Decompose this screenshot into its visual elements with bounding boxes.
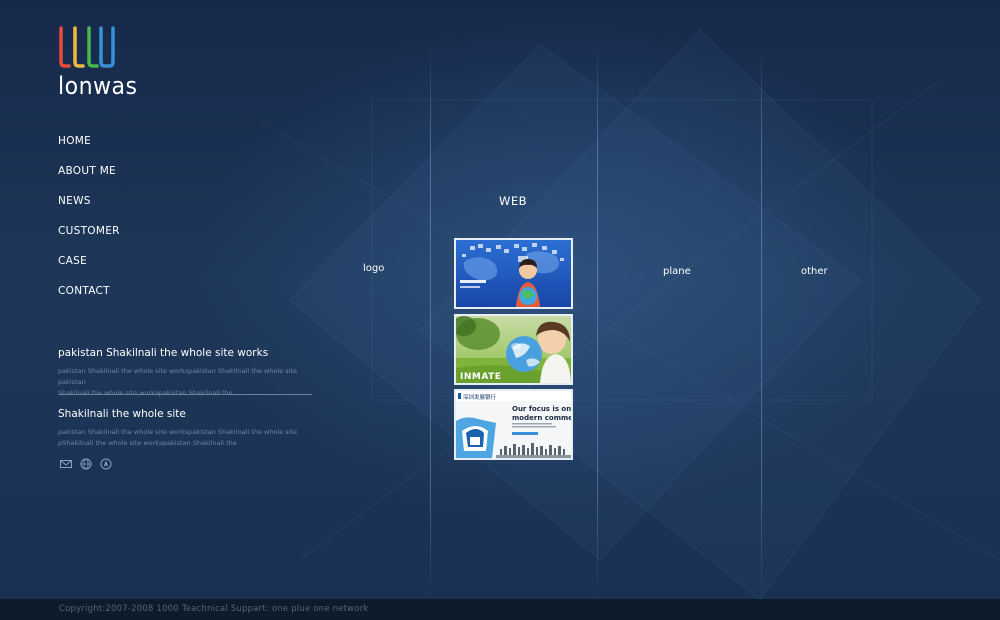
news-summary-line: pakistan Shakilnali the whole site works… — [58, 428, 298, 436]
logo-mark-icon — [59, 26, 115, 68]
news-summary: pakistan Shakilnali the whole site works… — [58, 427, 312, 449]
news-item: Shakilnali the whole site pakistan Shaki… — [58, 407, 312, 449]
news-title[interactable]: Shakilnali the whole site — [58, 407, 312, 421]
category-logo[interactable]: logo — [363, 263, 384, 274]
thumbnail-image: INMATE — [456, 316, 571, 383]
thumbnail-image — [456, 240, 571, 307]
portfolio-thumbnail[interactable]: INMATE — [454, 314, 573, 385]
copyright-text: Copyright:2007-2008 1000 Teachnical Supp… — [59, 604, 369, 614]
thumbnail-headline: Our focus is on Bu — [512, 405, 571, 413]
page-footer: Copyright:2007-2008 1000 Teachnical Supp… — [0, 599, 1000, 620]
news-divider — [58, 394, 312, 395]
category-web[interactable]: WEB — [499, 194, 527, 208]
portfolio-thumbnail[interactable] — [454, 238, 573, 309]
news-title[interactable]: pakistan Shakilnali the whole site works — [58, 346, 312, 360]
nav-item-news[interactable]: NEWS — [58, 194, 120, 224]
column-divider — [597, 40, 598, 600]
social-links — [60, 458, 112, 470]
column-divider — [430, 40, 431, 600]
category-plane[interactable]: plane — [663, 266, 691, 277]
nav-item-about-me[interactable]: ABOUT ME — [58, 164, 120, 194]
nav-item-contact[interactable]: CONTACT — [58, 284, 120, 314]
nav-item-customer[interactable]: CUSTOMER — [58, 224, 120, 254]
column-divider — [761, 40, 762, 600]
thumbnail-image: 深圳发展银行 Our focus is on Bu modern commerc… — [456, 391, 571, 458]
thumbnail-brand: 深圳发展银行 — [463, 393, 497, 401]
brand-name: lonwas — [58, 72, 138, 100]
thumbnail-headline: modern commercia — [512, 414, 571, 422]
page-stage: lonwas HOME ABOUT ME NEWS CUSTOMER CASE … — [0, 0, 1000, 620]
category-other[interactable]: other — [801, 266, 828, 277]
nav-item-home[interactable]: HOME — [58, 134, 120, 164]
background-geometry — [259, 29, 1000, 601]
globe-icon[interactable] — [80, 458, 92, 470]
news-item: pakistan Shakilnali the whole site works… — [58, 346, 312, 399]
news-summary-line: pakistan Shakilnali the whole site works… — [58, 367, 298, 386]
nav-item-case[interactable]: CASE — [58, 254, 120, 284]
brand-logo[interactable]: lonwas — [58, 26, 138, 102]
compass-icon[interactable] — [100, 458, 112, 470]
portfolio-thumbnail[interactable]: 深圳发展银行 Our focus is on Bu modern commerc… — [454, 389, 573, 460]
news-summary-line: pShakilnali the whole site workapakistan… — [58, 439, 237, 447]
main-nav: HOME ABOUT ME NEWS CUSTOMER CASE CONTACT — [58, 134, 120, 314]
thumbnail-caption: INMATE — [460, 372, 501, 382]
mail-icon[interactable] — [60, 458, 72, 470]
